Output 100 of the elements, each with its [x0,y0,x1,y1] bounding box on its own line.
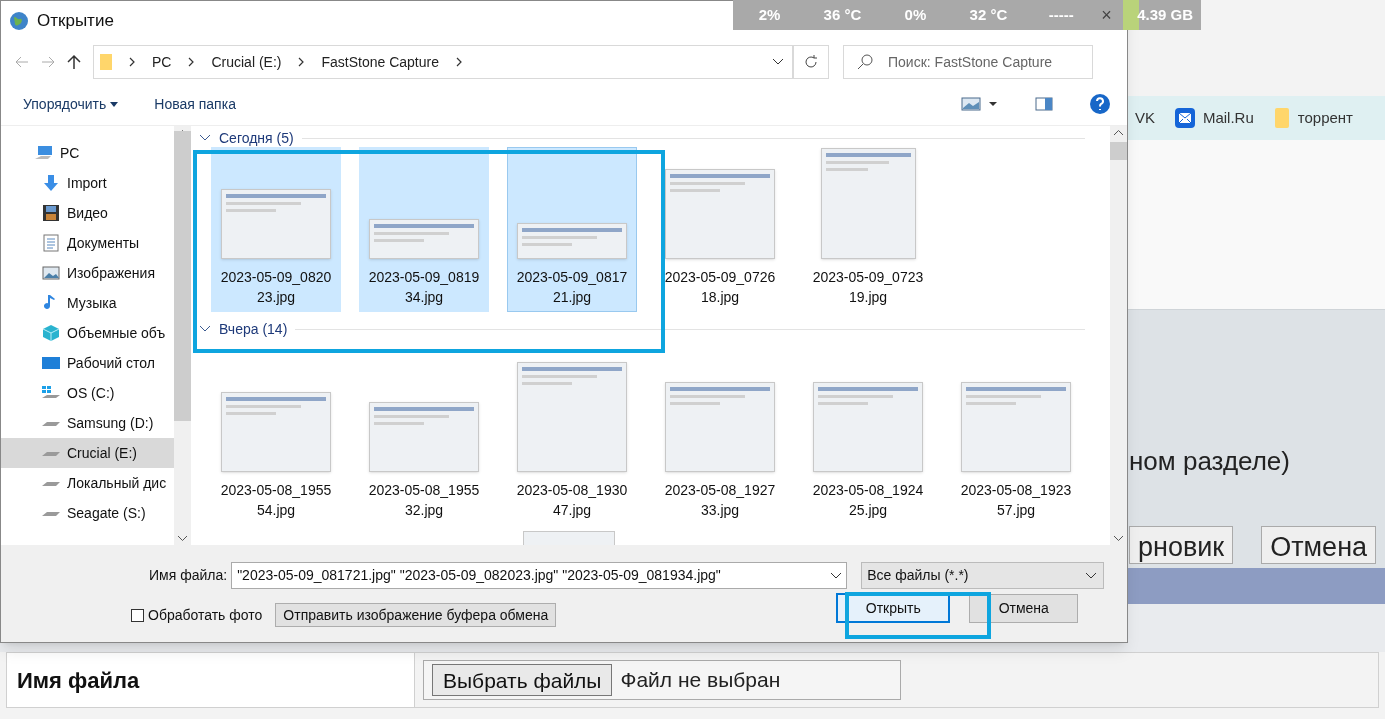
scrollbar[interactable] [1110,126,1127,545]
field-label: Имя файла [17,666,140,695]
group-header[interactable]: Сегодня (5) [219,127,294,149]
navigation-item[interactable]: Локальный дис [1,468,174,498]
scroll-down-icon [1114,536,1123,541]
file-input[interactable]: Выбрать файлы Файл не выбран [423,660,901,700]
navigation-item[interactable]: Рабочий стол [1,348,174,378]
bookmark-link[interactable]: Mail.Ru [1174,106,1254,130]
file-tile[interactable]: 2023-05-09_072319.jpg [803,147,933,312]
form-button[interactable]: Отмена [1261,526,1377,564]
scroll-down-icon [178,536,187,541]
breadcrumb-item[interactable]: Crucial (E:) [211,51,282,73]
file-name: 2023-05-09_072319.jpg [811,268,925,307]
music-note-icon [44,294,58,312]
up-arrow-icon[interactable] [67,54,81,70]
chevron-right-icon [128,57,136,67]
view-options-icon[interactable] [961,97,999,111]
search-field[interactable]: Поиск: FastStone Capture [843,45,1093,79]
process-photo-checkbox[interactable]: Обработать фото [131,604,263,626]
file-type-dropdown[interactable]: Все файлы (*.*) [861,562,1105,589]
navigation-item[interactable]: Изображения [1,258,174,288]
cancel-button[interactable]: Отмена [969,593,1079,623]
file-name: 2023-05-09_072618.jpg [663,268,777,307]
scroll-thumb[interactable] [174,130,191,421]
file-tile[interactable]: 2023-05-08_192425.jpg [803,360,933,525]
collapse-chevron-icon[interactable] [199,134,211,142]
monitor-reading: 2% [757,4,782,25]
organize-menu-button[interactable]: Упорядочить [23,93,119,115]
group-header[interactable]: Вчера (14) [219,318,288,340]
chevron-right-icon [455,57,463,67]
close-button[interactable]: × [1097,1,1116,29]
folder-icon [100,53,112,71]
envelope-icon [1174,108,1195,128]
navigation-item[interactable]: Видео [1,198,174,228]
file-tile[interactable]: 2023-05-08_195554.jpg [211,360,341,525]
field-label: Имя файла: [149,566,228,585]
folder-icon [1273,107,1290,129]
window-title: Открытие [37,10,114,33]
scroll-thumb[interactable] [1110,141,1127,160]
file-name: 2023-05-09_082023.jpg [219,268,333,307]
address-bar[interactable]: PC Crucial (E:) FastStone Capture [93,45,793,79]
globe-icon [9,11,29,31]
breadcrumb-item[interactable]: FastStone Capture [321,51,439,73]
collapse-chevron-icon[interactable] [199,325,211,333]
landscape-picture-icon [42,265,60,281]
caret-icon [110,101,119,107]
file-name: 2023-05-09_081934.jpg [367,268,481,307]
chevron-right-icon [187,57,196,67]
file-tile[interactable]: 2023-05-09_081934.jpg [359,147,489,312]
file-tile[interactable]: 2023-05-09_082023.jpg [211,147,341,312]
file-name: 2023-05-08_192425.jpg [811,481,925,520]
refresh-icon [804,55,818,69]
chevron-right-icon [297,57,306,67]
forward-arrow-icon[interactable] [41,56,55,68]
file-tile[interactable]: 2023-05-08_193047.jpg [507,360,637,525]
help-icon[interactable] [1089,93,1111,115]
preview-pane-icon[interactable] [1035,97,1053,111]
file-tile[interactable]: 2023-05-08_192357.jpg [951,360,1081,525]
navigation-item[interactable]: Документы [1,228,174,258]
file-name-field[interactable]: "2023-05-09_081721.jpg" "2023-05-09_082023.jpg" "2023-05-09_081934.jpg" [231,562,848,589]
film-icon [42,204,60,222]
navigation-item[interactable]: Crucial (E:) [1,438,174,468]
file-name: 2023-05-08_195532.jpg [367,481,481,520]
monitor-reading: 0% [903,4,928,25]
file-name: 2023-05-09_081721.jpg [515,268,629,307]
monitor-reading: 36 °C [822,4,863,25]
file-name: 2023-05-08_195554.jpg [219,481,333,520]
file-tile[interactable]: 2023-05-08_195532.jpg [359,360,489,525]
computer-icon [34,145,54,161]
file-tile[interactable]: 2023-05-09_072618.jpg [655,147,785,312]
breadcrumb-item[interactable]: PC [152,51,172,73]
dropdown-chevron-icon[interactable] [772,58,784,66]
form-button[interactable]: рновик [1129,526,1234,564]
send-clipboard-button[interactable]: Отправить изображение буфера обмена [275,603,557,627]
windows-drive-icon [41,385,61,401]
navigation-item[interactable]: Музыка [1,288,174,318]
refresh-button[interactable] [793,45,829,79]
cube-icon [42,324,60,342]
file-name: 2023-05-08_192357.jpg [959,481,1073,520]
navigation-item[interactable]: Seagate (S:) [1,498,174,528]
section-text: ном разделе) [1129,445,1291,478]
dropdown-chevron-icon [830,571,843,580]
navigation-item[interactable]: Samsung (D:) [1,408,174,438]
down-arrow-icon [42,174,60,192]
new-folder-button[interactable]: Новая папка [154,93,236,115]
navigation-item[interactable]: Import [1,168,174,198]
navigation-item[interactable]: Объемные объ [1,318,174,348]
file-tile[interactable]: 2023-05-09_081721.jpg [507,147,637,312]
monitor-icon [41,355,61,371]
file-status: Файл не выбран [620,667,781,694]
file-tile[interactable]: 2023-05-08_192733.jpg [655,360,785,525]
navigation-item[interactable]: PC [1,138,174,168]
bookmark-link[interactable]: торрент [1273,106,1353,130]
scrollbar[interactable] [174,126,191,545]
search-icon [857,54,873,70]
navigation-item[interactable]: OS (C:) [1,378,174,408]
choose-files-button[interactable]: Выбрать файлы [432,664,613,696]
file-name: 2023-05-08_192733.jpg [663,481,777,520]
back-arrow-icon[interactable] [15,56,29,68]
monitor-reading: 32 °C [968,4,1009,25]
